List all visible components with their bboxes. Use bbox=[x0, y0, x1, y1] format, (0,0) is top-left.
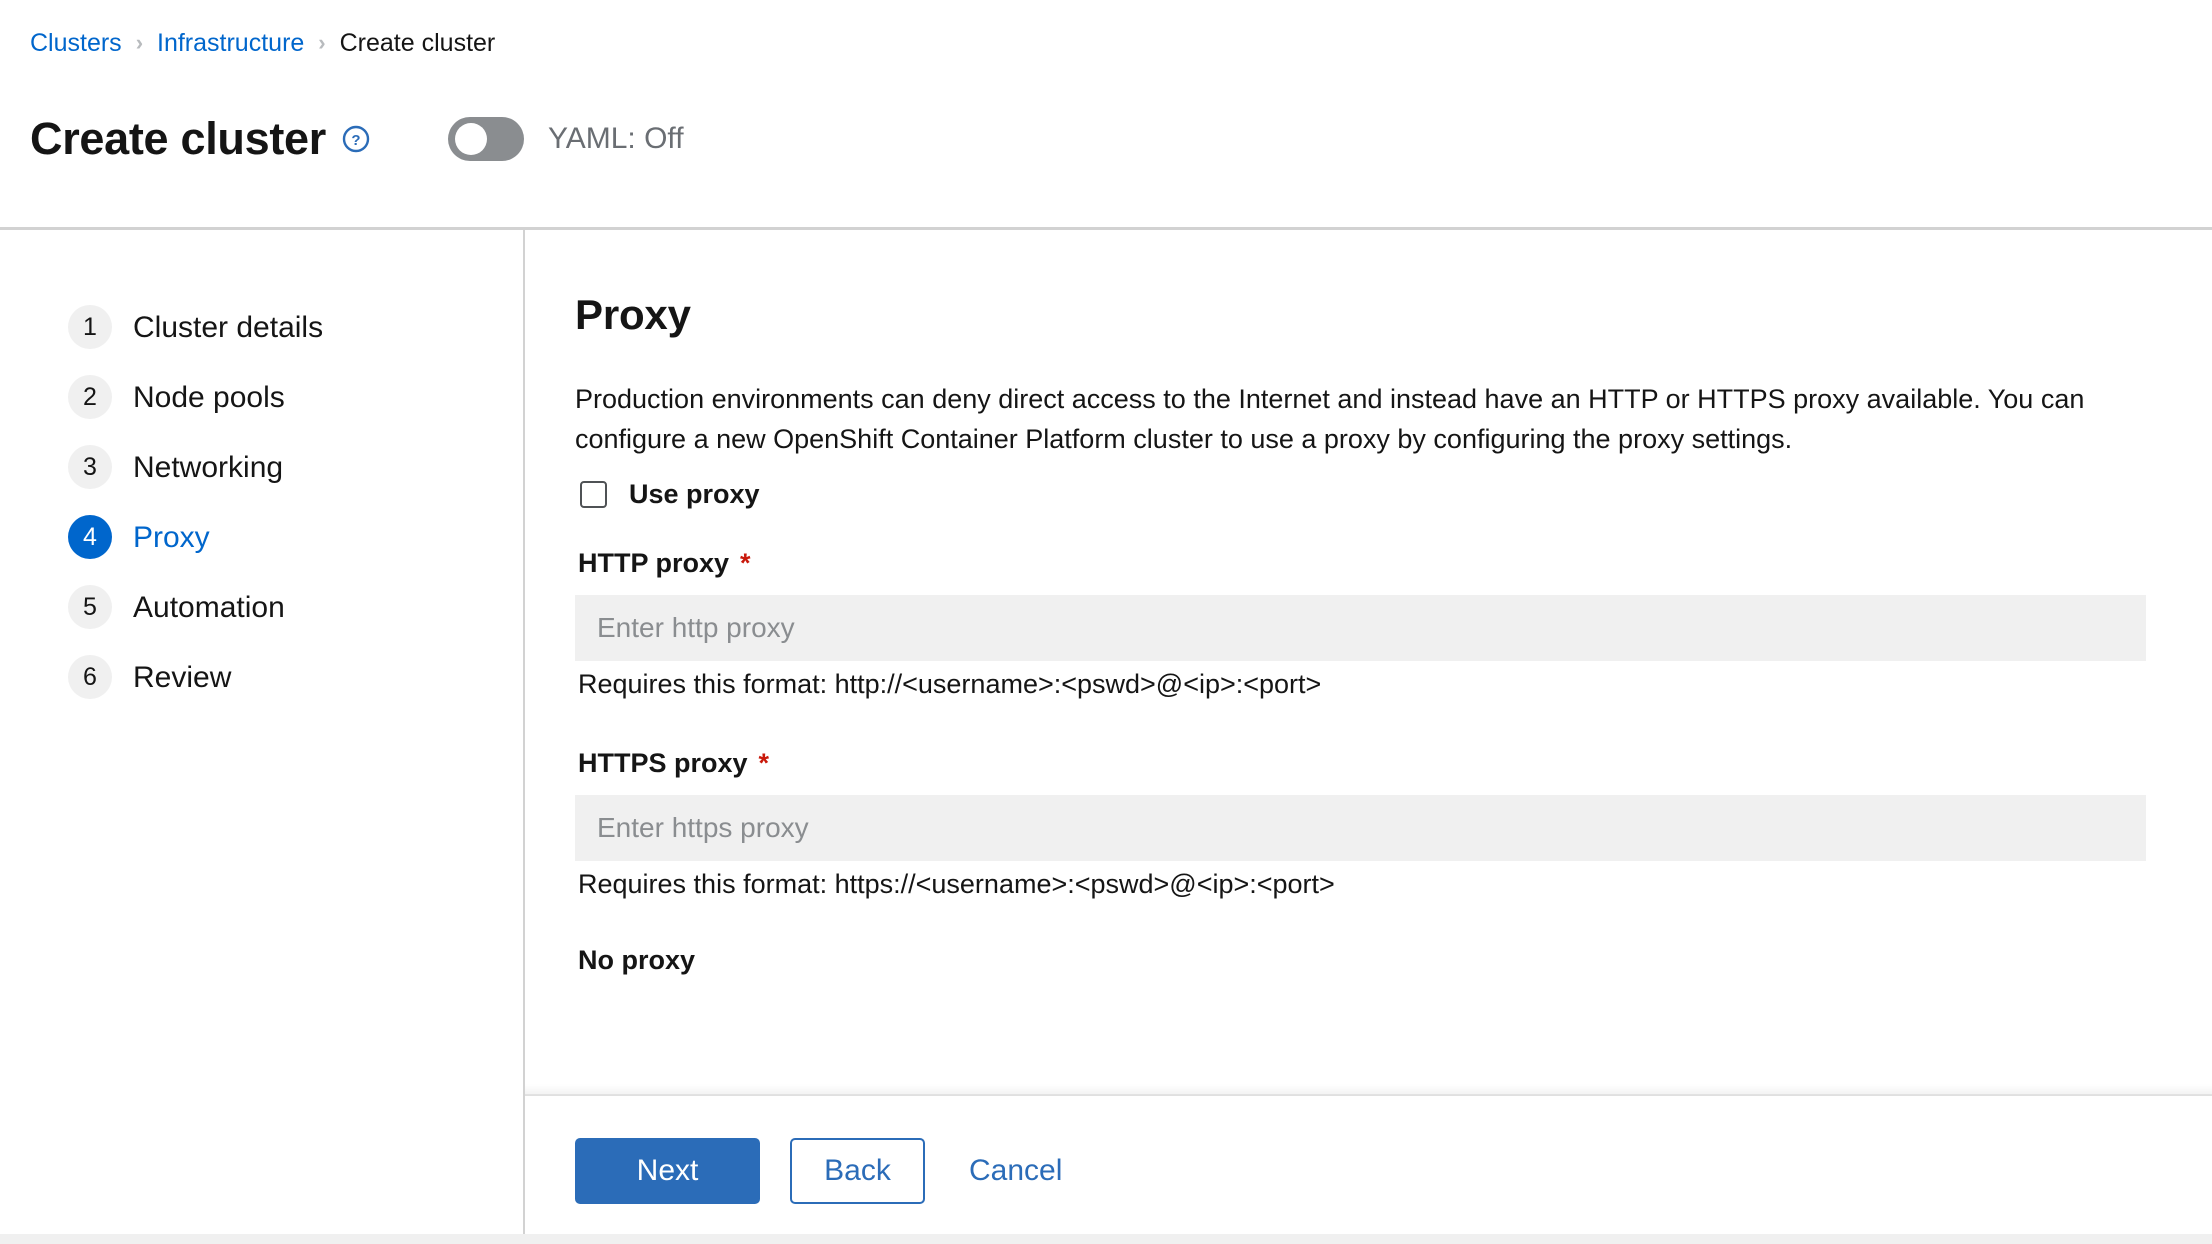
wizard-step-cluster-details[interactable]: 1 Cluster details bbox=[0, 292, 523, 362]
page-masthead: Clusters › Infrastructure › Create clust… bbox=[0, 0, 2212, 231]
back-button[interactable]: Back bbox=[790, 1138, 925, 1204]
page-bottom-edge bbox=[0, 1234, 2212, 1244]
step-number: 3 bbox=[68, 445, 112, 490]
help-circle-icon[interactable]: ? bbox=[342, 125, 370, 153]
wizard-step-proxy[interactable]: 4 Proxy bbox=[0, 502, 523, 572]
step-number: 5 bbox=[68, 585, 112, 630]
use-proxy-checkbox[interactable] bbox=[580, 480, 607, 508]
yaml-toggle-group[interactable]: YAML: Off bbox=[447, 116, 684, 161]
step-number: 6 bbox=[68, 655, 112, 700]
required-asterisk-icon: * bbox=[740, 547, 751, 578]
http-proxy-input[interactable] bbox=[575, 594, 2146, 661]
https-proxy-label: HTTPS proxy bbox=[578, 747, 748, 778]
wizard-main-panel: Proxy Production environments can deny d… bbox=[523, 230, 2212, 1244]
step-label: Networking bbox=[133, 450, 284, 484]
https-proxy-field-group: HTTPS proxy * Requires this format: http… bbox=[575, 747, 2146, 902]
https-proxy-label-row: HTTPS proxy * bbox=[578, 747, 2146, 778]
http-proxy-field-group: HTTP proxy * Requires this format: http:… bbox=[575, 547, 2146, 702]
wizard-step-automation[interactable]: 5 Automation bbox=[0, 572, 523, 642]
no-proxy-label: No proxy bbox=[578, 945, 696, 976]
toggle-knob bbox=[454, 122, 487, 155]
use-proxy-label: Use proxy bbox=[629, 478, 760, 509]
wizard-step-node-pools[interactable]: 2 Node pools bbox=[0, 362, 523, 432]
yaml-toggle-switch[interactable] bbox=[447, 116, 524, 161]
title-row: Create cluster ? YAML: Off bbox=[0, 58, 2212, 227]
breadcrumb-item-create-cluster: Create cluster bbox=[339, 29, 496, 57]
required-asterisk-icon: * bbox=[758, 747, 770, 778]
proxy-form: Proxy Production environments can deny d… bbox=[525, 230, 2212, 1094]
http-proxy-label: HTTP proxy bbox=[578, 547, 730, 578]
create-cluster-page: Clusters › Infrastructure › Create clust… bbox=[0, 0, 2212, 1244]
wizard-step-networking[interactable]: 3 Networking bbox=[0, 432, 523, 502]
yaml-toggle-label: YAML: Off bbox=[547, 121, 684, 155]
breadcrumb-item-infrastructure[interactable]: Infrastructure bbox=[157, 28, 304, 58]
https-proxy-helper-text: Requires this format: https://<username>… bbox=[578, 868, 1335, 899]
step-label: Cluster details bbox=[133, 310, 324, 344]
wizard-step-nav: 1 Cluster details 2 Node pools 3 Network… bbox=[0, 230, 523, 1244]
next-button[interactable]: Next bbox=[575, 1138, 760, 1204]
step-label: Review bbox=[133, 660, 232, 694]
chevron-right-icon: › bbox=[318, 29, 326, 55]
http-proxy-helper-text: Requires this format: http://<username>:… bbox=[578, 668, 1322, 699]
cancel-button[interactable]: Cancel bbox=[959, 1138, 1072, 1204]
page-title: Create cluster bbox=[30, 113, 326, 165]
step-number: 4 bbox=[68, 515, 112, 560]
svg-text:?: ? bbox=[351, 132, 360, 149]
wizard-footer-buttons: Next Back Cancel bbox=[575, 1138, 2212, 1204]
step-number: 1 bbox=[68, 305, 112, 350]
step-number: 2 bbox=[68, 375, 112, 420]
http-proxy-label-row: HTTP proxy * bbox=[578, 547, 2146, 578]
step-label: Automation bbox=[133, 590, 285, 624]
use-proxy-checkbox-row[interactable]: Use proxy bbox=[580, 478, 2146, 509]
section-description: Production environments can deny direct … bbox=[575, 384, 2085, 454]
https-proxy-input[interactable] bbox=[575, 794, 2146, 861]
step-label: Proxy bbox=[133, 520, 210, 554]
wizard-footer: Next Back Cancel bbox=[525, 1084, 2212, 1244]
wizard-step-review[interactable]: 6 Review bbox=[0, 642, 523, 712]
wizard-body: 1 Cluster details 2 Node pools 3 Network… bbox=[0, 230, 2212, 1244]
breadcrumb-item-clusters[interactable]: Clusters bbox=[30, 28, 122, 58]
breadcrumb: Clusters › Infrastructure › Create clust… bbox=[0, 28, 2212, 58]
step-label: Node pools bbox=[133, 380, 285, 414]
chevron-right-icon: › bbox=[135, 29, 144, 55]
section-title: Proxy bbox=[575, 291, 691, 339]
